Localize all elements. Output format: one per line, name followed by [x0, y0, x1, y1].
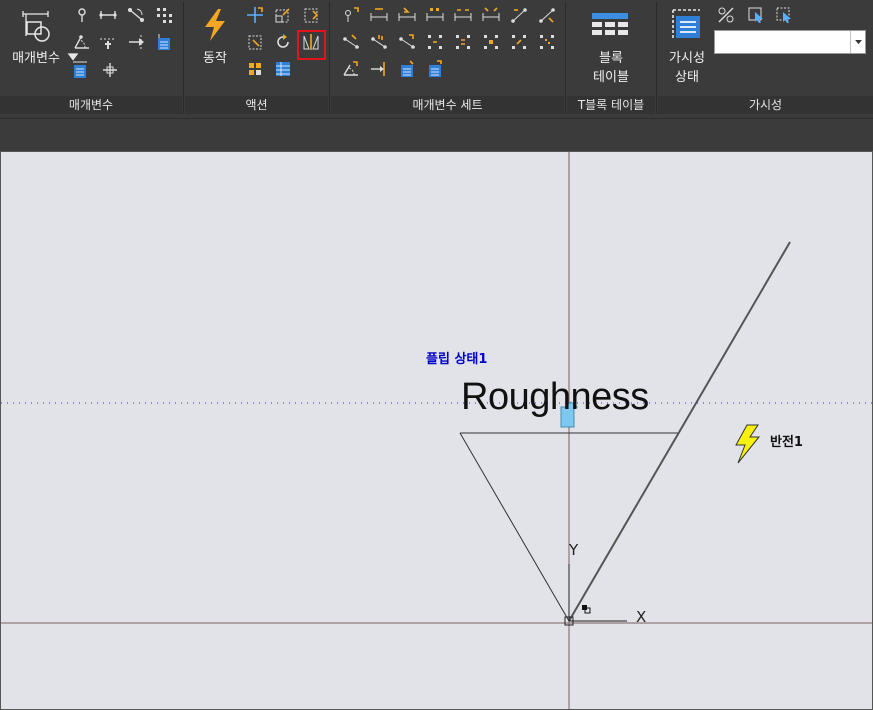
- xy-move-set-icon[interactable]: [425, 32, 445, 52]
- linear-stretch-pair-set-icon[interactable]: [481, 5, 501, 25]
- make-visible-icon[interactable]: [746, 5, 766, 25]
- selected-action-highlight: [297, 30, 326, 60]
- block-table-label-line1[interactable]: 블록: [567, 50, 655, 67]
- polar-stretch-pair-set-icon[interactable]: [397, 32, 417, 52]
- block-table-label-line2[interactable]: 테이블: [567, 69, 655, 86]
- rotation-parameter-icon[interactable]: [72, 32, 92, 52]
- panel-divider: [656, 2, 657, 114]
- visibility-mode-icon[interactable]: [716, 5, 736, 25]
- lookup-parameter-icon[interactable]: [70, 60, 90, 80]
- parameter-sets-panel: [331, 0, 564, 96]
- ucs-y-label: Y: [569, 541, 579, 559]
- visibility-states-label-line1[interactable]: 가시성: [658, 50, 716, 67]
- linear-move-pair-set-icon[interactable]: [453, 5, 473, 25]
- panel-divider: [565, 2, 566, 114]
- ucs-x-label: X: [636, 608, 647, 626]
- make-invisible-icon[interactable]: [774, 5, 794, 25]
- polar-move-pair-set-icon[interactable]: [369, 32, 389, 52]
- panel-divider: [183, 2, 184, 114]
- alignment-parameter-icon[interactable]: [98, 32, 118, 52]
- rotate-action-icon[interactable]: [273, 32, 293, 52]
- block-table-icon[interactable]: [591, 12, 629, 42]
- ribbon: 매개변수 매개변수 동작 액션 매개변수 세트 블록 테이블 T블록 테이블 가…: [0, 0, 873, 118]
- xy-move-box-set-icon[interactable]: [481, 32, 501, 52]
- linear-parameter-icon[interactable]: [98, 5, 118, 25]
- drawing-geometry: [1, 152, 872, 709]
- xy-array-box-set-icon[interactable]: [537, 32, 557, 52]
- block-table-panel: 블록 테이블: [567, 0, 655, 96]
- basepoint-parameter-icon[interactable]: [100, 60, 120, 80]
- visibility-states-icon[interactable]: [670, 8, 704, 42]
- polar-stretch-action-icon[interactable]: [245, 32, 265, 52]
- roughness-text: Roughness: [461, 376, 649, 418]
- parameters-button-label[interactable]: 매개변수: [4, 50, 68, 67]
- flip-set-icon[interactable]: [369, 59, 389, 79]
- stretch-action-icon[interactable]: [301, 5, 321, 25]
- flip-state-label: 플립 상태1: [426, 352, 488, 367]
- linear-move-set-icon[interactable]: [369, 5, 389, 25]
- xy-parameter-icon[interactable]: [154, 5, 174, 25]
- visibility-states-label-line2[interactable]: 상태: [658, 69, 716, 86]
- xy-move-pair-set-icon[interactable]: [453, 32, 473, 52]
- polar-stretch-set-icon[interactable]: [537, 5, 557, 25]
- block-table-panel-label: T블록 테이블: [567, 96, 655, 114]
- visibility-state-dropdown[interactable]: [714, 30, 866, 54]
- flip-action-lightning-icon: [735, 424, 761, 464]
- flip-parameter-icon[interactable]: [126, 32, 146, 52]
- linear-array-set-icon[interactable]: [425, 5, 445, 25]
- action-lightning-icon[interactable]: [199, 8, 231, 42]
- array-action-icon[interactable]: [245, 59, 265, 79]
- parameters-panel-label: 매개변수: [0, 96, 182, 114]
- lookup-action-icon[interactable]: [273, 59, 293, 79]
- parameters-panel: 매개변수: [0, 0, 182, 96]
- tab-strip: [0, 118, 873, 151]
- lookup-set-icon[interactable]: [425, 59, 445, 79]
- visibility-panel-label: 가시성: [658, 96, 873, 114]
- point-parameter-big-icon[interactable]: [18, 8, 54, 44]
- roughness-long-leg: [568, 241, 791, 622]
- polar-move-set-icon[interactable]: [509, 5, 529, 25]
- point-move-set-icon[interactable]: [341, 5, 361, 25]
- linear-stretch-set-icon[interactable]: [397, 5, 417, 25]
- move-action-icon[interactable]: [245, 5, 265, 25]
- visibility-parameter-icon[interactable]: [154, 32, 174, 52]
- scale-action-icon[interactable]: [273, 5, 293, 25]
- action-button-label[interactable]: 동작: [189, 50, 241, 67]
- rotation-set-icon[interactable]: [341, 59, 361, 79]
- xy-stretch-box-set-icon[interactable]: [509, 32, 529, 52]
- panel-divider: [329, 2, 330, 114]
- parameter-sets-panel-label: 매개변수 세트: [331, 96, 564, 114]
- drawing-canvas[interactable]: 플립 상태1 Roughness 반전1 Y X: [0, 151, 873, 710]
- polar-array-set-icon[interactable]: [341, 32, 361, 52]
- chevron-down-icon[interactable]: [850, 31, 865, 53]
- point-parameter-icon[interactable]: [72, 5, 92, 25]
- actions-panel-label: 액션: [185, 96, 328, 114]
- polar-parameter-icon[interactable]: [126, 5, 146, 25]
- visibility-set-icon[interactable]: [397, 59, 417, 79]
- flip-parameter-label: 반전1: [770, 435, 803, 450]
